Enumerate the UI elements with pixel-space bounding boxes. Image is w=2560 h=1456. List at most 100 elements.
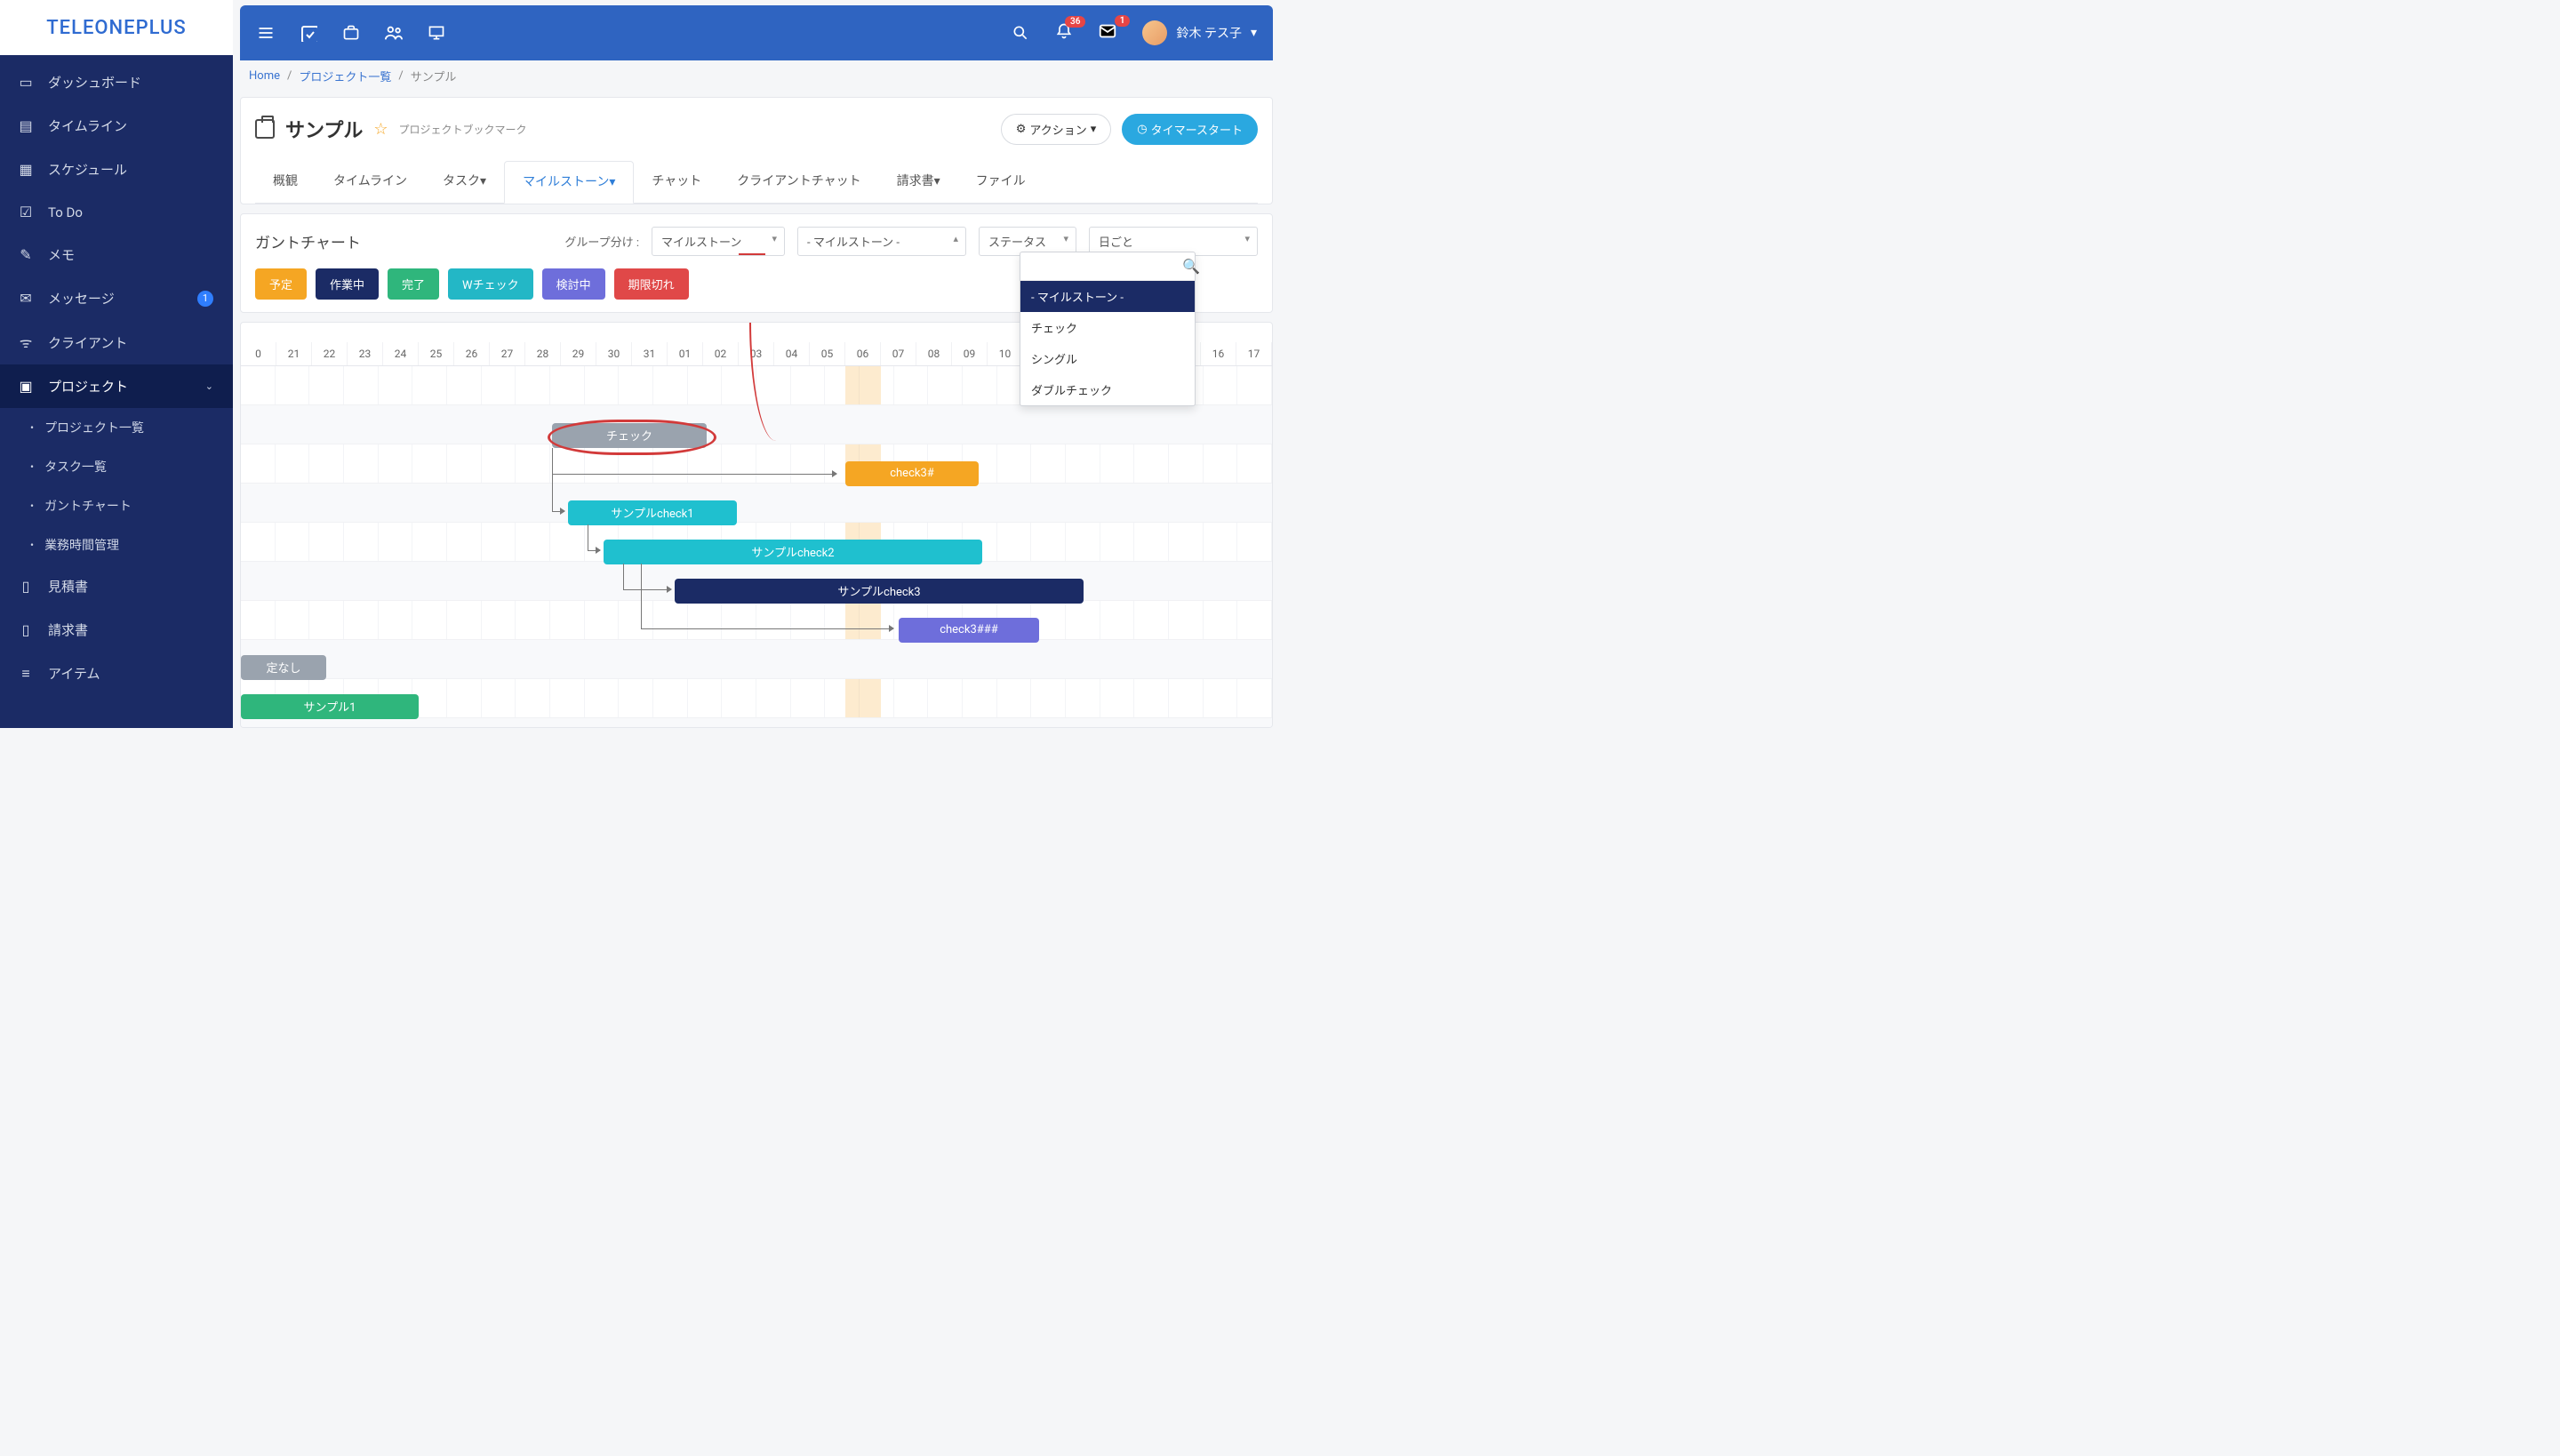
tab-timeline[interactable]: タイムライン: [316, 161, 425, 203]
nav-sub-label: 業務時間管理: [44, 536, 119, 554]
section-title: ガントチャート: [255, 230, 361, 252]
gantt-day: 17: [1236, 342, 1272, 365]
select-value: マイルストーン: [661, 236, 741, 250]
tab-label: ファイル: [976, 174, 1026, 188]
nav-sub-gantt[interactable]: ガントチャート: [0, 486, 233, 525]
search-icon[interactable]: [1011, 23, 1030, 43]
nav-invoice[interactable]: ▯請求書: [0, 608, 233, 652]
nav-project[interactable]: ▣プロジェクト⌄: [0, 364, 233, 408]
gantt-bar[interactable]: check3###: [899, 618, 1039, 643]
gantt-day: 27: [490, 342, 525, 365]
dd-option-single[interactable]: シングル: [1020, 343, 1195, 374]
bookmark-label[interactable]: プロジェクトブックマーク: [398, 122, 526, 137]
gantt-day: 26: [454, 342, 490, 365]
timer-start-button[interactable]: ◷ タイマースタート: [1122, 114, 1258, 145]
tab-task[interactable]: タスク▾: [425, 161, 504, 203]
milestone-select[interactable]: - マイルストーン -: [797, 227, 966, 256]
mail-count: 1: [1115, 15, 1131, 27]
project-panel: サンプル ☆ プロジェクトブックマーク ⚙アクション ▾ ◷ タイマースタート …: [240, 97, 1273, 204]
briefcase-icon: [255, 119, 275, 139]
briefcase-top-icon[interactable]: [341, 23, 361, 43]
nav-schedule[interactable]: ▦スケジュール: [0, 148, 233, 191]
dropdown-search-input[interactable]: [1028, 256, 1182, 276]
tab-client-chat[interactable]: クライアントチャット: [719, 161, 878, 203]
nav-label: クライアント: [48, 333, 127, 352]
gantt-day: 04: [774, 342, 810, 365]
clock-icon: ◷: [1137, 123, 1147, 136]
crumb-home[interactable]: Home: [249, 69, 280, 83]
nav-label: 見積書: [48, 577, 88, 596]
star-icon[interactable]: ☆: [373, 120, 388, 139]
user-menu[interactable]: 鈴木 テス子 ▾: [1142, 20, 1257, 45]
caret-icon: ▾: [934, 174, 940, 188]
calendar-icon: ▦: [18, 161, 34, 178]
chevron-down-icon: ▾: [1251, 26, 1257, 40]
topbar: 36 1 鈴木 テス子 ▾: [240, 5, 1273, 60]
gantt-bar[interactable]: サンプル1: [241, 694, 419, 719]
logo-text: TELEONEPLUS: [46, 17, 187, 39]
nav-todo[interactable]: ☑To Do: [0, 191, 233, 233]
tab-invoice[interactable]: 請求書▾: [879, 161, 958, 203]
action-button[interactable]: ⚙アクション ▾: [1001, 114, 1112, 145]
sidebar: TELEONEPLUS ▭ダッシュボード ▤ タイムライン ▦スケジュール ☑To…: [0, 0, 233, 728]
gantt-body[interactable]: チェックcheck3#サンプルcheck1サンプルcheck2サンプルcheck…: [241, 366, 1272, 728]
gantt-day: 09: [952, 342, 988, 365]
gantt-day: 16: [1201, 342, 1236, 365]
check-square-icon[interactable]: [299, 23, 318, 43]
list-icon: ▤: [18, 117, 34, 134]
gantt-day: 28: [525, 342, 561, 365]
project-title: サンプル: [285, 115, 363, 143]
nav-sub-label: ガントチャート: [44, 497, 132, 515]
nav-sub-tasks[interactable]: タスク一覧: [0, 447, 233, 486]
mail-top-icon[interactable]: 1: [1098, 21, 1117, 44]
group-label: グループ分け :: [564, 233, 639, 250]
nav-sub-projects[interactable]: プロジェクト一覧: [0, 408, 233, 447]
gantt-bar[interactable]: サンプルcheck1: [568, 500, 737, 525]
nav-message[interactable]: ✉メッセージ1: [0, 276, 233, 320]
gantt-day: 25: [419, 342, 454, 365]
gantt-day: 23: [348, 342, 383, 365]
nav-dashboard[interactable]: ▭ダッシュボード: [0, 60, 233, 104]
btn-label: タイマースタート: [1151, 121, 1243, 138]
gantt-day: 30: [596, 342, 632, 365]
nav-memo[interactable]: ✎メモ: [0, 233, 233, 276]
tab-label: クライアントチャット: [737, 174, 860, 188]
filter-section: ガントチャート グループ分け : マイルストーン - マイルストーン - ステー…: [240, 213, 1273, 313]
chevron-down-icon: ⌄: [205, 380, 213, 392]
nav-item[interactable]: ≡アイテム: [0, 652, 233, 695]
nav-quote[interactable]: ▯見積書: [0, 564, 233, 608]
dd-option-double[interactable]: ダブルチェック: [1020, 374, 1195, 405]
nav-label: To Do: [48, 204, 83, 220]
gantt-day: 01: [668, 342, 703, 365]
select-value: ステータス: [988, 236, 1046, 250]
milestone-dropdown: 🔍 - マイルストーン - チェック シングル ダブルチェック: [1020, 252, 1196, 406]
gantt-bar[interactable]: check3#: [845, 461, 979, 486]
tab-overview[interactable]: 概観: [255, 161, 316, 203]
nav-label: ダッシュボード: [48, 73, 141, 92]
caret-icon: ▾: [609, 175, 615, 189]
legend-overdue: 期限切れ: [614, 268, 689, 300]
dd-option-all[interactable]: - マイルストーン -: [1020, 281, 1195, 312]
people-top-icon[interactable]: [384, 23, 404, 43]
crumb-projects[interactable]: プロジェクト一覧: [299, 68, 391, 84]
legend-working: 作業中: [316, 268, 379, 300]
gantt-connector: [641, 564, 893, 629]
nav-sub-worktime[interactable]: 業務時間管理: [0, 525, 233, 564]
nav-timeline[interactable]: ▤ タイムライン: [0, 104, 233, 148]
gantt-bar[interactable]: サンプルcheck2: [604, 540, 982, 564]
main-area: 36 1 鈴木 テス子 ▾ Home/ プロジェクト一覧/ サンプル サンプル …: [233, 0, 1280, 728]
top-left-icons: [256, 23, 446, 43]
notification-icon[interactable]: 36: [1055, 22, 1073, 44]
tab-file[interactable]: ファイル: [958, 161, 1044, 203]
hamburger-icon[interactable]: [256, 23, 276, 43]
nav-label: タイムライン: [48, 116, 127, 135]
gantt-bar[interactable]: 定なし: [241, 655, 326, 680]
dd-option-check[interactable]: チェック: [1020, 312, 1195, 343]
nav-client[interactable]: ᯤ クライアント: [0, 320, 233, 364]
group-select[interactable]: マイルストーン: [652, 227, 785, 256]
tab-milestone[interactable]: マイルストーン▾: [504, 161, 634, 204]
people-icon: ᯤ: [18, 332, 34, 352]
tab-chat[interactable]: チャット: [634, 161, 719, 203]
desktop-icon[interactable]: [427, 23, 446, 43]
gantt-day: 07: [881, 342, 916, 365]
